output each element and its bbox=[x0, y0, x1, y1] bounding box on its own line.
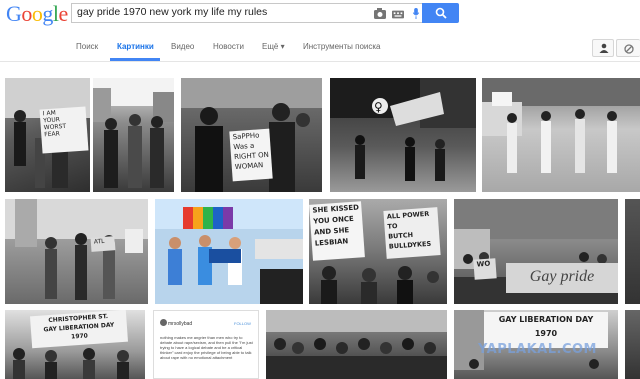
image-result[interactable]: ATL bbox=[5, 199, 148, 304]
marchers-photo bbox=[93, 78, 174, 188]
post-username: mrsollybad bbox=[168, 321, 193, 327]
logo-letter: g bbox=[42, 1, 53, 26]
logo-letter: o bbox=[31, 1, 43, 26]
tab-search-tools[interactable]: Инструменты поиска bbox=[303, 42, 380, 51]
banner-march-photo: ♀ bbox=[330, 78, 476, 181]
safesearch-button[interactable] bbox=[616, 39, 640, 57]
dense-crowd-photo bbox=[266, 310, 447, 379]
tab-video[interactable]: Видео bbox=[171, 42, 194, 51]
camera-icon[interactable] bbox=[374, 8, 386, 19]
image-result[interactable] bbox=[625, 310, 640, 379]
account-button[interactable] bbox=[592, 39, 614, 57]
image-result[interactable]: mrsollybad FOLLOW nothing makes me angri… bbox=[153, 310, 259, 379]
protest-sign: SHE KISSED YOU ONCE AND SHE LESBIAN bbox=[309, 201, 365, 261]
image-result[interactable] bbox=[625, 199, 640, 304]
microphone-icon[interactable] bbox=[410, 8, 422, 19]
logo-letter: o bbox=[21, 1, 32, 26]
active-tab-indicator bbox=[110, 58, 160, 61]
tab-more[interactable]: Ещё ▾ bbox=[262, 42, 285, 51]
image-result[interactable] bbox=[482, 78, 640, 192]
search-button[interactable] bbox=[422, 3, 459, 23]
svg-text:♀: ♀ bbox=[374, 100, 383, 114]
protest-sign: ALL POWER TO BUTCH BULLDYKES bbox=[383, 207, 441, 259]
tab-search[interactable]: Поиск bbox=[76, 42, 98, 51]
google-logo[interactable]: Google bbox=[6, 1, 68, 27]
color-parade-photo bbox=[155, 199, 303, 304]
street-crowd-photo bbox=[5, 199, 148, 300]
watermark: YAPLAKAL.COM bbox=[478, 342, 597, 357]
image-result[interactable] bbox=[266, 310, 447, 379]
image-result[interactable]: I AM YOUR WORST FEAR bbox=[5, 78, 90, 192]
image-result[interactable] bbox=[155, 199, 303, 304]
header: Google bbox=[0, 0, 640, 34]
search-tabs: Поиск Картинки Видео Новости Ещё ▾ Инстр… bbox=[0, 34, 640, 62]
protest-banner: Gay pride bbox=[506, 263, 618, 293]
image-result[interactable]: SHE KISSED YOU ONCE AND SHE LESBIAN ALL … bbox=[309, 199, 447, 304]
protest-banner: CHRISTOPHER ST. GAY LIBERATION DAY 1970 bbox=[30, 310, 128, 349]
image-result[interactable]: ♀ bbox=[330, 78, 476, 192]
tab-images[interactable]: Картинки bbox=[117, 42, 154, 51]
search-box bbox=[71, 3, 422, 23]
logo-letter: G bbox=[6, 1, 22, 26]
tab-news[interactable]: Новости bbox=[213, 42, 244, 51]
street-march-photo bbox=[482, 78, 640, 173]
protest-sign: I AM YOUR WORST FEAR bbox=[39, 106, 89, 154]
search-input[interactable] bbox=[77, 6, 367, 18]
logo-letter: e bbox=[58, 1, 69, 26]
protest-sign: SaPPHo Was a RIGHT ON WOMAN bbox=[229, 128, 273, 182]
safesearch-icon bbox=[624, 44, 634, 54]
person-icon bbox=[599, 43, 609, 53]
protest-sign: WO bbox=[473, 258, 497, 280]
protest-sign: ATL bbox=[90, 236, 116, 252]
image-result[interactable]: Gay pride WO bbox=[454, 199, 618, 304]
search-icon bbox=[435, 7, 447, 19]
follow-button: FOLLOW bbox=[234, 321, 251, 326]
keyboard-icon[interactable] bbox=[392, 9, 404, 20]
avatar bbox=[160, 319, 167, 326]
image-result[interactable]: CHRISTOPHER ST. GAY LIBERATION DAY 1970 bbox=[5, 310, 145, 379]
post-text: nothing makes me angrier than men who tr… bbox=[160, 335, 253, 360]
image-result[interactable] bbox=[93, 78, 174, 192]
image-result[interactable]: SaPPHo Was a RIGHT ON WOMAN bbox=[181, 78, 322, 192]
